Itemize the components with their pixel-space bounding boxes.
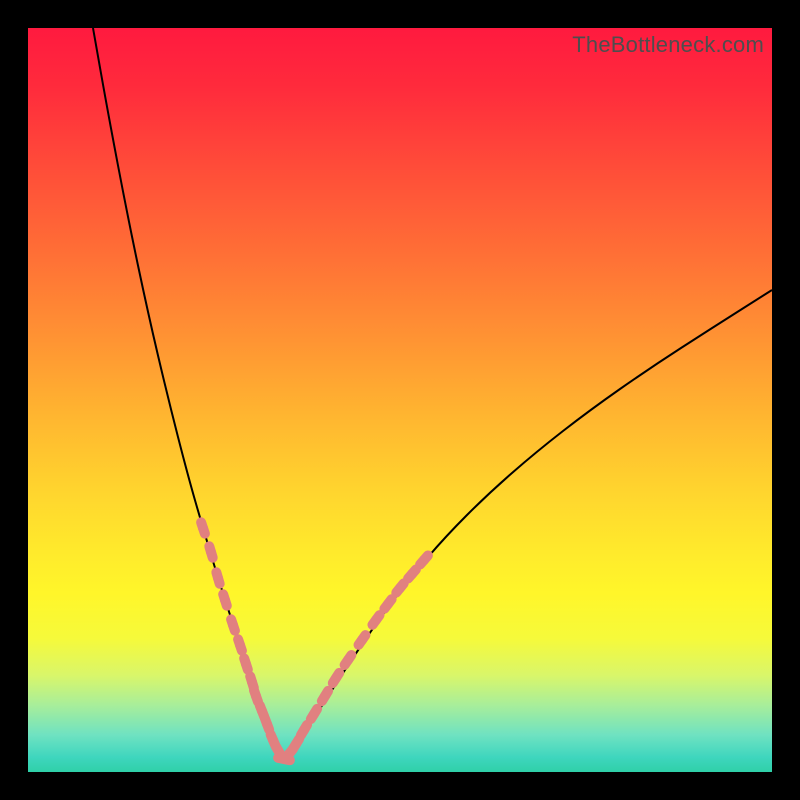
curve-marker-dot <box>371 615 381 625</box>
curve-marker-dot <box>395 583 405 593</box>
curve-marker-dot <box>383 599 393 609</box>
curve-marker-dot <box>235 640 245 650</box>
curve-marker-dot <box>299 725 309 735</box>
curve-marker-dot <box>309 709 319 719</box>
left-curve <box>93 28 284 760</box>
right-curve <box>284 290 772 760</box>
marker-layer <box>198 522 429 764</box>
curve-marker-dot <box>228 620 238 630</box>
curve-marker-dot <box>407 569 417 579</box>
curve-marker-dot <box>247 677 257 687</box>
curve-marker-dot <box>262 719 272 729</box>
plot-area: TheBottleneck.com <box>28 28 772 772</box>
curve-marker-dot <box>320 691 330 701</box>
curve-marker-dot <box>206 547 216 557</box>
curve-marker-dot <box>220 595 230 605</box>
curve-marker-dot <box>213 573 223 583</box>
curve-marker-dot <box>419 555 429 565</box>
curve-marker-dot <box>198 523 208 533</box>
curve-marker-dot <box>251 691 261 701</box>
curve-marker-dot <box>241 659 251 669</box>
chart-svg <box>28 28 772 772</box>
curve-marker-dot <box>291 739 301 749</box>
curve-marker-dot <box>343 655 353 665</box>
curve-marker-dot <box>357 635 367 645</box>
curve-marker-dot <box>331 673 341 683</box>
